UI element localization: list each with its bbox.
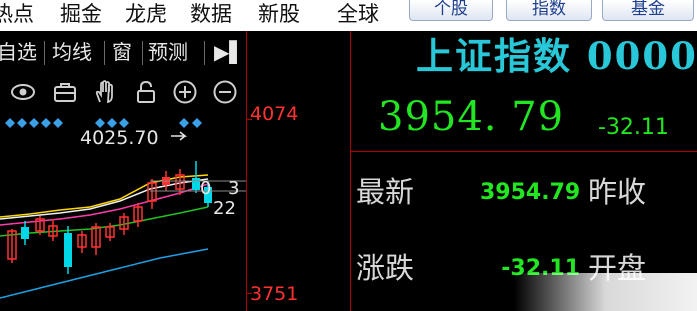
prev-close-label: 昨收 xyxy=(588,175,647,209)
ma-readout: 0 xyxy=(200,178,211,199)
menu-item-dragon-tiger[interactable]: 龙虎 xyxy=(125,1,167,27)
ma-line-long xyxy=(0,248,209,299)
event-marker[interactable] xyxy=(53,118,63,128)
menu-item-dig-gold[interactable]: 掘金 xyxy=(60,1,102,27)
axis-label-bottom: 3751 xyxy=(250,283,299,305)
annotation-arrow-icon xyxy=(171,131,188,141)
watermark-overlay xyxy=(514,273,697,311)
latest-label: 最新 xyxy=(356,175,415,209)
event-marker[interactable] xyxy=(179,118,189,128)
candlesticks xyxy=(7,161,212,274)
event-marker[interactable] xyxy=(29,118,39,128)
index-code: 0000 xyxy=(586,34,697,78)
panel-divider xyxy=(350,151,697,152)
candle-down xyxy=(192,178,200,190)
index-change: -32.11 xyxy=(598,115,669,140)
index-button[interactable]: 指数 xyxy=(506,0,592,21)
menu-item-data[interactable]: 数据 xyxy=(190,1,232,27)
top-menu-bar: 热点 掘金 龙虎 数据 新股 全球 个股 指数 基金 xyxy=(0,0,697,31)
price-axis: 4074 3751 xyxy=(246,31,350,311)
menu-item-hotspot[interactable]: 热点 xyxy=(0,1,34,27)
event-marker[interactable] xyxy=(17,118,27,128)
axis-line xyxy=(246,31,247,311)
ma-readout: 3 xyxy=(228,178,239,199)
index-price: 3954. 79 xyxy=(378,94,565,140)
event-marker[interactable] xyxy=(41,118,51,128)
menu-item-global[interactable]: 全球 xyxy=(337,1,379,27)
fund-button[interactable]: 基金 xyxy=(602,0,694,21)
event-marker[interactable] xyxy=(5,118,15,128)
quote-panel: 上证指数 0000 3954. 79 -32.11 最新 3954.79 昨收 … xyxy=(350,31,697,311)
candle-down xyxy=(64,233,72,267)
event-marker[interactable] xyxy=(192,118,202,128)
panel-divider xyxy=(350,31,351,311)
latest-value: 3954.79 xyxy=(480,180,581,205)
kline-chart-panel: 自选 均线 窗 预测 ▶▌ 4025.70 0 3 22 xyxy=(0,31,246,311)
high-price-annotation: 4025.70 xyxy=(80,127,159,149)
index-title: 上证指数 0000 xyxy=(416,35,697,77)
candle-down xyxy=(21,227,29,239)
axis-label-top: 4074 xyxy=(250,103,299,125)
menu-item-ipo[interactable]: 新股 xyxy=(258,1,300,27)
kline-chart[interactable]: 4025.70 0 3 22 xyxy=(0,31,246,311)
index-name: 上证指数 xyxy=(416,34,572,78)
stock-button[interactable]: 个股 xyxy=(409,0,493,21)
change-label: 涨跌 xyxy=(356,251,415,285)
ma-readout: 22 xyxy=(213,198,236,219)
